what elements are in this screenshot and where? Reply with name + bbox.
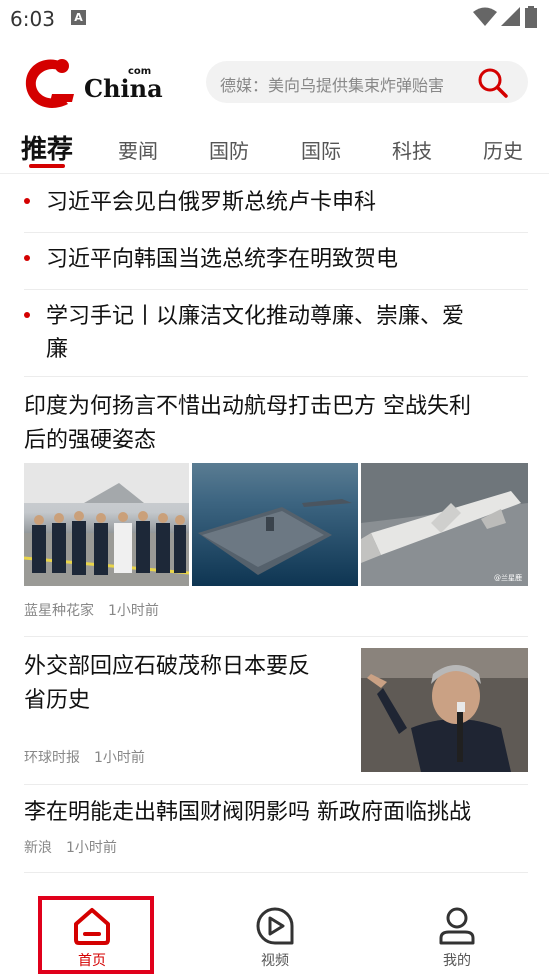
home-highlight-frame bbox=[38, 896, 154, 974]
article-time: 1小时前 bbox=[108, 603, 159, 619]
logo-text: China bbox=[84, 74, 163, 103]
divider bbox=[24, 784, 528, 785]
tab-tech[interactable]: 科技 bbox=[392, 135, 432, 164]
user-icon bbox=[439, 907, 475, 945]
notification-icon: A bbox=[71, 10, 86, 25]
bullet-dot bbox=[24, 255, 30, 261]
top-news-title: 习近平会见白俄罗斯总统卢卡申科 bbox=[46, 190, 377, 215]
search-input[interactable]: 德媒：美向乌提供集束炸弹贻害 bbox=[220, 72, 468, 96]
top-news-item[interactable]: 学习手记丨以廉洁文化推动尊廉、崇廉、爱 廉 bbox=[24, 300, 528, 368]
logo-superscript: com bbox=[128, 66, 152, 77]
nav-video-label: 视频 bbox=[261, 953, 289, 969]
tab-recommend[interactable]: 推荐 bbox=[21, 129, 73, 166]
top-news-title-line: 廉 bbox=[46, 337, 69, 362]
nav-me-label: 我的 bbox=[443, 953, 471, 969]
nav-me[interactable]: 我的 bbox=[402, 890, 512, 976]
divider bbox=[24, 289, 528, 290]
article-thumbnail-carrier-deck[interactable] bbox=[24, 463, 189, 586]
article-title-line[interactable]: 省历史 bbox=[24, 684, 90, 718]
tab-history[interactable]: 历史 bbox=[483, 135, 523, 164]
article-time: 1小时前 bbox=[66, 840, 117, 856]
battery-icon bbox=[525, 6, 537, 28]
tab-defense[interactable]: 国防 bbox=[209, 135, 249, 164]
article-meta: 蓝星种花家 1小时前 bbox=[24, 600, 159, 620]
search-bar[interactable]: 德媒：美向乌提供集束炸弹贻害 bbox=[206, 61, 528, 103]
category-tabs: 推荐 要闻 国防 国际 科技 历史 bbox=[0, 124, 549, 174]
article-meta: 环球时报 1小时前 bbox=[24, 747, 145, 767]
article-source: 新浪 bbox=[24, 840, 52, 856]
tab-active-indicator bbox=[29, 164, 65, 168]
article-thumbnail-speaker[interactable] bbox=[361, 648, 528, 772]
article-thumbnail-carrier-sea[interactable] bbox=[192, 463, 358, 586]
header: China com 德媒：美向乌提供集束炸弹贻害 bbox=[0, 52, 549, 114]
video-icon bbox=[256, 907, 294, 945]
article-meta: 新浪 1小时前 bbox=[24, 837, 117, 857]
article-time: 1小时前 bbox=[94, 750, 145, 766]
china-com-logo[interactable]: China com bbox=[22, 56, 163, 112]
thumbnail-watermark: @兰星鹿 bbox=[494, 574, 522, 582]
nav-video[interactable]: 视频 bbox=[220, 890, 330, 976]
tab-news[interactable]: 要闻 bbox=[118, 135, 158, 164]
article-source: 蓝星种花家 bbox=[24, 603, 94, 619]
top-news-title-line: 学习手记丨以廉洁文化推动尊廉、崇廉、爱 bbox=[46, 304, 465, 329]
top-news-item[interactable]: 习近平向韩国当选总统李在明致贺电 bbox=[24, 243, 528, 289]
divider bbox=[24, 872, 528, 873]
divider bbox=[24, 636, 528, 637]
article-title-line[interactable]: 李在明能走出韩国财阀阴影吗 新政府面临挑战 bbox=[24, 796, 471, 830]
wifi-icon bbox=[473, 7, 497, 26]
divider bbox=[24, 376, 528, 377]
top-news-title: 习近平向韩国当选总统李在明致贺电 bbox=[46, 247, 399, 272]
bullet-dot bbox=[24, 198, 30, 204]
article-title-line[interactable]: 后的强硬姿态 bbox=[24, 424, 156, 458]
status-time: 6:03 bbox=[10, 7, 55, 31]
bullet-dot bbox=[24, 312, 30, 318]
top-news-item[interactable]: 习近平会见白俄罗斯总统卢卡申科 bbox=[24, 186, 528, 232]
signal-icon bbox=[501, 7, 520, 26]
tab-international[interactable]: 国际 bbox=[301, 135, 341, 164]
status-icons bbox=[473, 6, 537, 28]
article-source: 环球时报 bbox=[24, 750, 80, 766]
status-bar: 6:03 A bbox=[0, 0, 549, 38]
divider bbox=[24, 232, 528, 233]
article-thumbnail-missile[interactable]: @兰星鹿 bbox=[361, 463, 528, 586]
search-icon[interactable] bbox=[478, 68, 508, 98]
article-title-line[interactable]: 外交部回应石破茂称日本要反 bbox=[24, 650, 310, 684]
article-title-line[interactable]: 印度为何扬言不惜出动航母打击巴方 空战失利 bbox=[24, 390, 471, 424]
